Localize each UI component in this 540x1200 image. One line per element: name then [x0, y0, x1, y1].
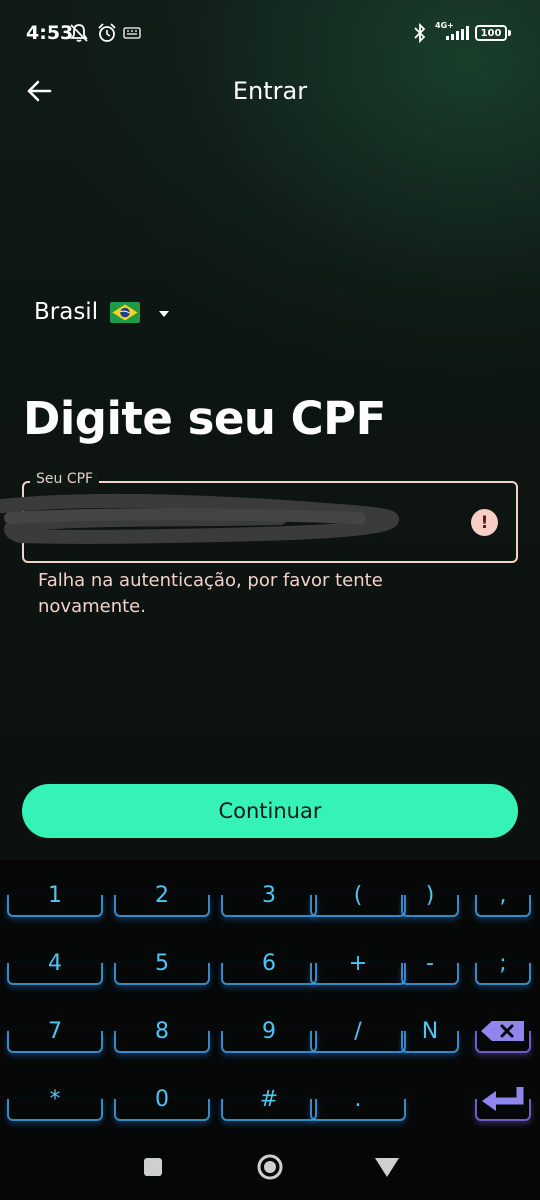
muted-notification-icon [68, 22, 90, 44]
redaction-scribble [0, 493, 400, 544]
keyboard-icon [123, 22, 141, 44]
key-slash[interactable]: / [306, 1003, 410, 1059]
key-open-paren[interactable]: ( [306, 867, 410, 923]
back-button[interactable] [22, 74, 56, 108]
continue-button[interactable]: Continuar [22, 784, 518, 838]
brazil-flag-icon [110, 301, 141, 323]
key-asterisk[interactable]: * [3, 1071, 107, 1127]
error-icon: ! [471, 509, 498, 536]
page-heading: Digite seu CPF [23, 392, 386, 445]
back-nav-button[interactable] [372, 1152, 402, 1182]
chevron-down-icon [158, 303, 170, 322]
key-8[interactable]: 8 [110, 1003, 214, 1059]
enter-icon [482, 1087, 524, 1111]
key-5[interactable]: 5 [110, 935, 214, 991]
cpf-input-label: Seu CPF [30, 471, 100, 487]
page-title: Entrar [232, 77, 308, 105]
backspace-key[interactable] [471, 1003, 535, 1059]
key-comma[interactable]: , [471, 867, 535, 923]
bluetooth-icon [413, 22, 427, 44]
key-4[interactable]: 4 [3, 935, 107, 991]
recent-apps-button[interactable] [141, 1152, 165, 1182]
status-bar: 4:53 4G+ 100 [0, 0, 540, 66]
signal-icon [446, 26, 469, 40]
square-icon [144, 1158, 162, 1176]
numeric-keyboard: 1 2 3 ( ) , 4 5 6 + - ; 7 8 9 / N * 0 # … [0, 860, 540, 1134]
key-1[interactable]: 1 [3, 867, 107, 923]
key-close-paren[interactable]: ) [397, 867, 463, 923]
error-message: Falha na autenticação, por favor tente n… [38, 570, 383, 617]
enter-key[interactable] [471, 1071, 535, 1127]
key-7[interactable]: 7 [3, 1003, 107, 1059]
backspace-icon [481, 1021, 524, 1041]
app-screen: 4:53 4G+ 100 Entrar Brasil Digite seu CP… [0, 0, 540, 860]
country-name: Brasil [34, 299, 99, 325]
key-0[interactable]: 0 [110, 1071, 214, 1127]
key-period[interactable]: . [306, 1071, 410, 1127]
triangle-icon [375, 1158, 399, 1177]
country-select[interactable]: Brasil [34, 292, 170, 332]
key-2[interactable]: 2 [110, 867, 214, 923]
alarm-icon [96, 22, 118, 44]
key-n[interactable]: N [397, 1003, 463, 1059]
key-minus[interactable]: - [397, 935, 463, 991]
circle-icon [257, 1154, 283, 1180]
battery-icon: 100 [475, 25, 507, 41]
key-plus[interactable]: + [306, 935, 410, 991]
status-time: 4:53 [26, 22, 74, 44]
battery-tip [508, 30, 511, 36]
arrow-left-icon [27, 80, 52, 102]
key-semicolon[interactable]: ; [471, 935, 535, 991]
home-button[interactable] [254, 1152, 286, 1182]
